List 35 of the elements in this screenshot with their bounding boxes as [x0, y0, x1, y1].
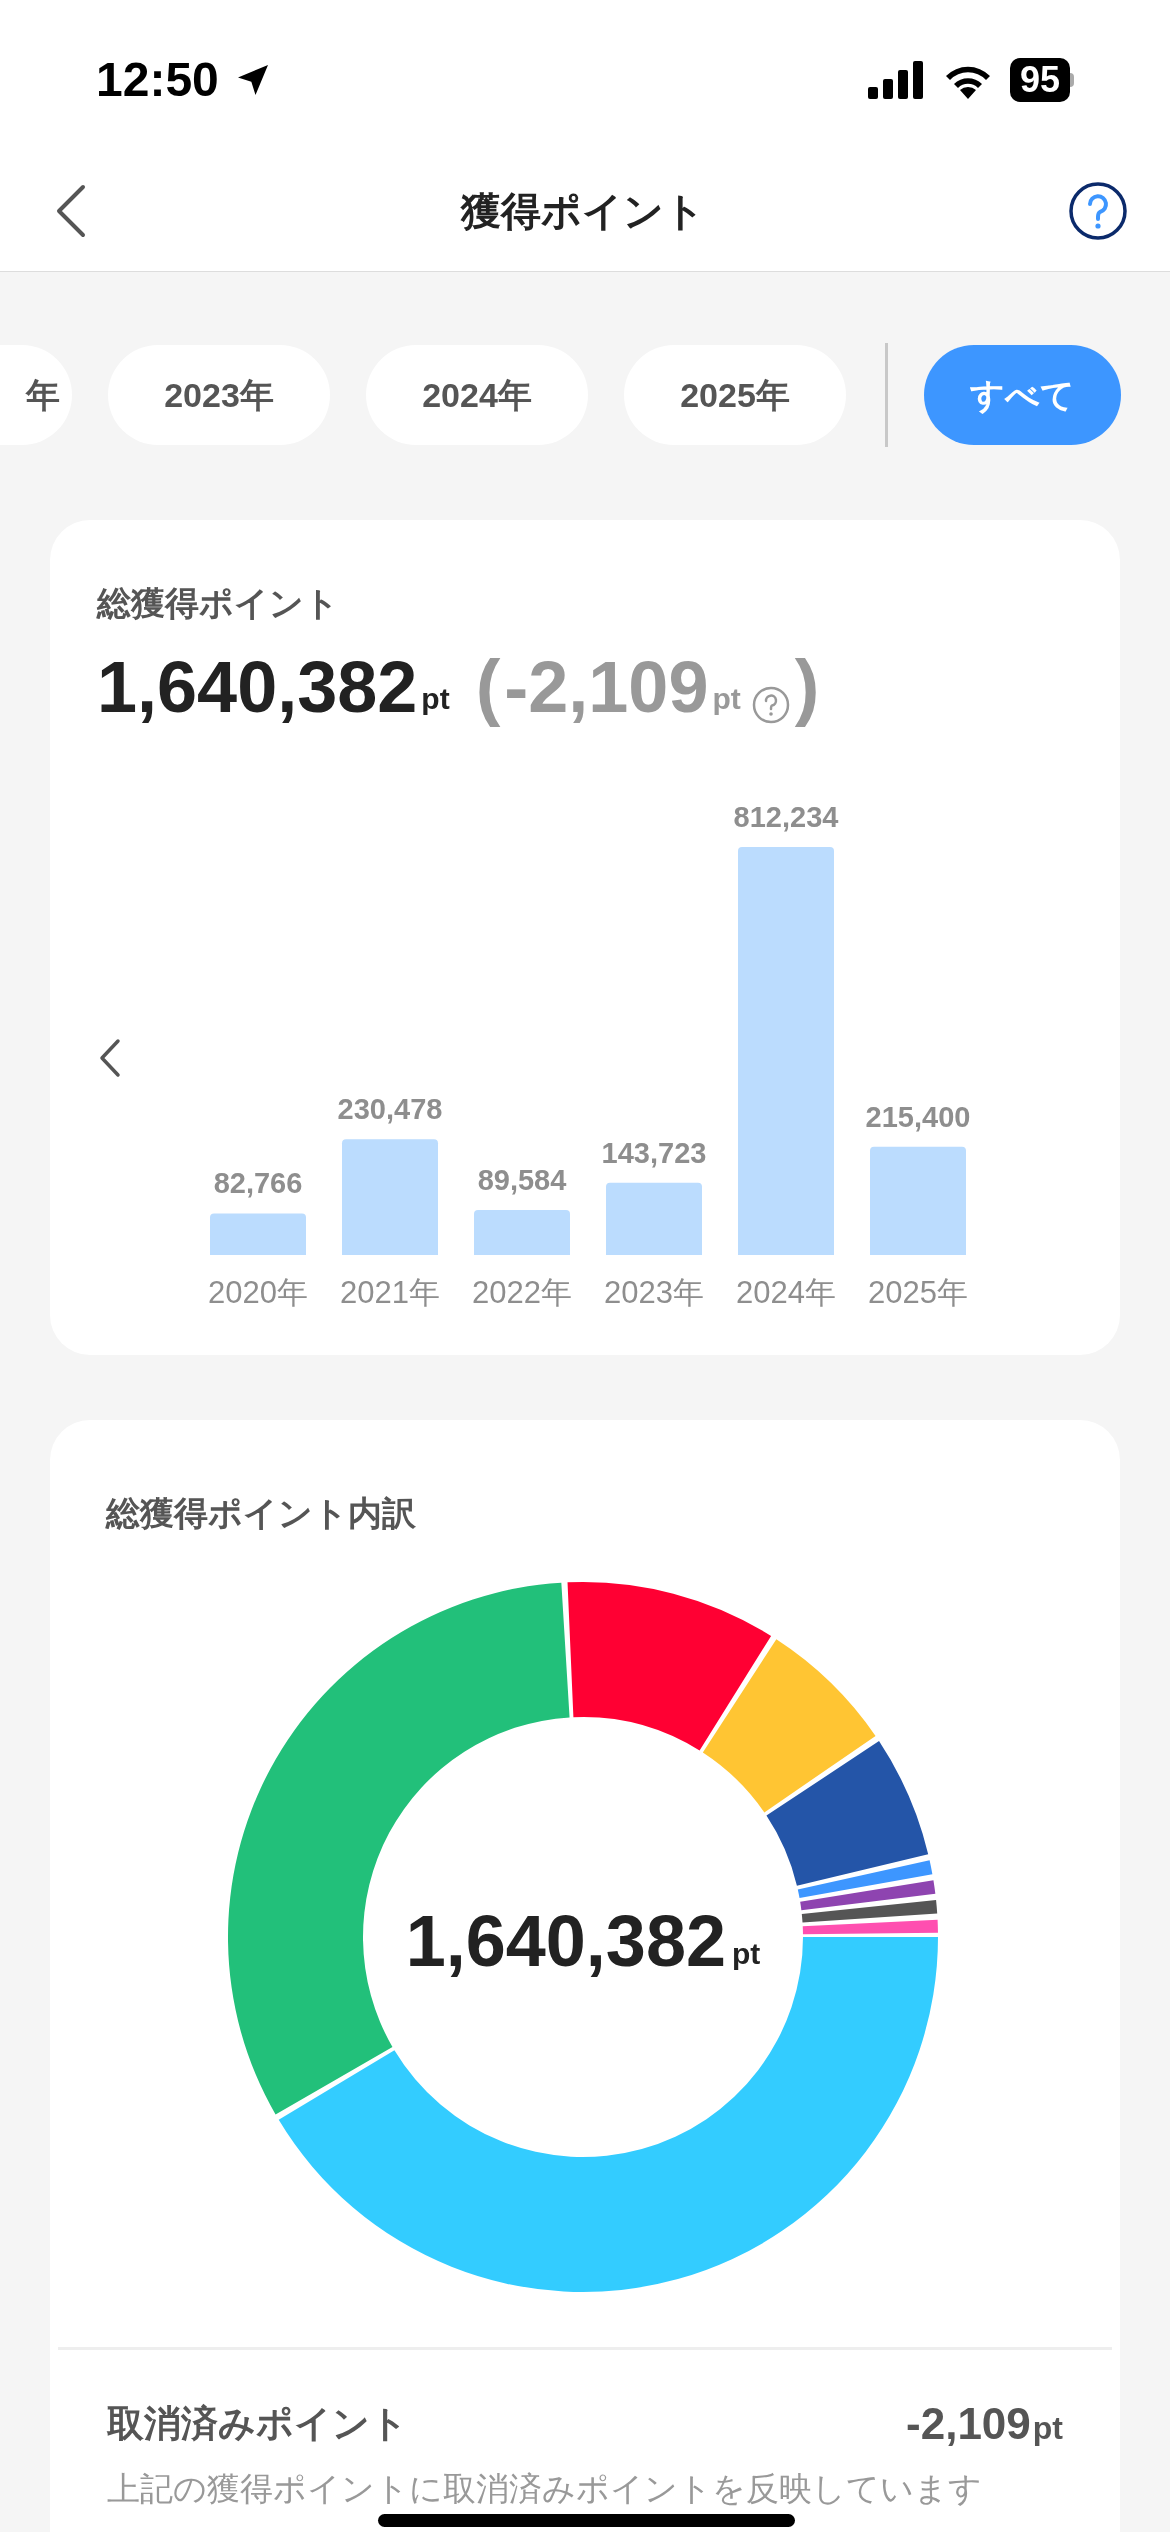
bar-value-label: 812,234	[733, 801, 839, 833]
card-title: 総獲得ポイント	[97, 583, 339, 624]
bar-value-label: 215,400	[865, 1100, 971, 1133]
bar-value-label: 143,723	[601, 1136, 707, 1169]
paren: )	[794, 647, 820, 727]
page-title: 獲得ポイント	[461, 187, 705, 235]
card-title: 総獲得ポイント内訳	[106, 1493, 416, 1534]
year-filter-chip[interactable]: 2025年	[624, 345, 846, 445]
bar-value-label: 89,584	[477, 1164, 567, 1196]
points-unit: pt	[421, 681, 450, 717]
year-filter-chip[interactable]: 2024年	[366, 345, 588, 445]
signal-icon	[867, 61, 926, 99]
axis-label: 2023年	[604, 1275, 704, 1310]
axis-label: 2020年	[208, 1275, 308, 1310]
paren: (	[475, 647, 501, 727]
year-filter-chip[interactable]: 2023年	[108, 345, 330, 445]
note-text: 上記の獲得ポイントに取消済みポイントを反映しています	[107, 2469, 982, 2508]
bar-value-label: 230,478	[337, 1093, 443, 1126]
row-value: -2,109	[906, 2399, 1031, 2448]
bar-value-label: 82,766	[213, 1167, 303, 1200]
axis-label: 2025年	[868, 1275, 968, 1310]
help-icon[interactable]	[750, 685, 791, 725]
year-filter-chip[interactable]: 年	[0, 345, 72, 445]
chevron-left-icon	[98, 1038, 122, 1078]
cancelled-points: -2,109	[504, 647, 709, 727]
points-unit: pt	[712, 681, 741, 717]
axis-label: 2022年	[472, 1275, 572, 1310]
points-unit: pt	[732, 1935, 761, 1972]
donut-total: 1,640,382	[405, 1900, 726, 1983]
axis-label: 2021年	[340, 1275, 440, 1310]
status-time: 12:50	[96, 52, 219, 108]
row-label: 取消済みポイント	[107, 2402, 408, 2446]
total-points: 1,640,382	[97, 647, 418, 727]
axis-label: 2024年	[736, 1275, 836, 1310]
points-unit: pt	[1032, 2408, 1063, 2448]
